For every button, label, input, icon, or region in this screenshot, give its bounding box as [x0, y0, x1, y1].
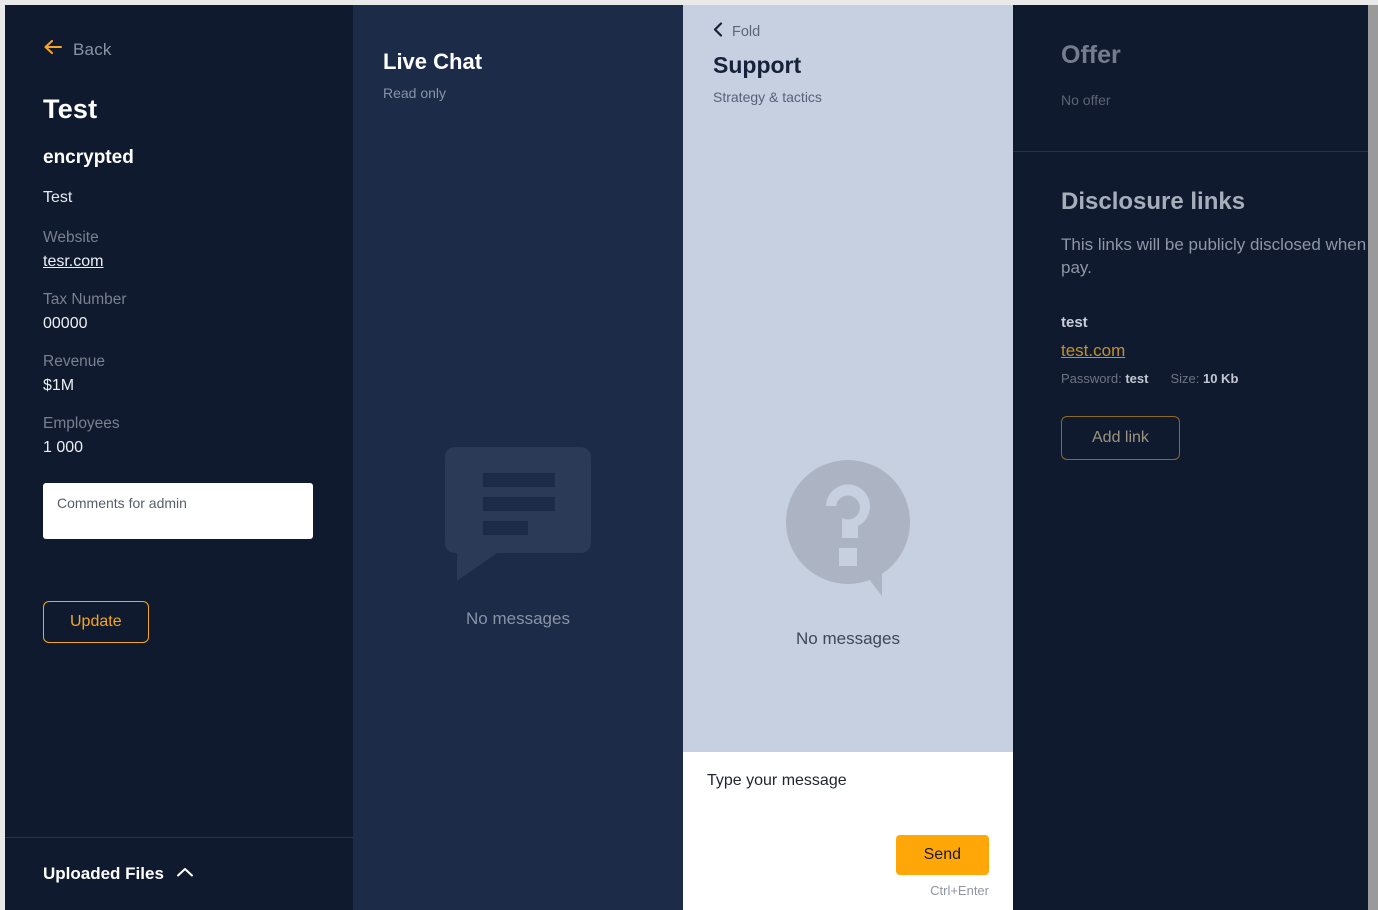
uploaded-files-section: Uploaded Files: [5, 837, 353, 910]
field-tax-number: Tax Number 00000: [43, 291, 315, 333]
field-value: 1 000: [43, 439, 84, 456]
size-meta: Size: 10 Kb: [1170, 371, 1238, 386]
password-value: test: [1125, 370, 1149, 386]
add-link-button[interactable]: Add link: [1061, 415, 1180, 460]
disclosure-links-section: Disclosure links This links will be publ…: [1013, 152, 1368, 460]
field-label: Employees: [43, 415, 120, 432]
password-label: Password:: [1061, 370, 1122, 386]
live-chat-subtitle: Read only: [383, 85, 447, 101]
fold-label: Fold: [732, 24, 761, 40]
support-header: Fold Support Strategy & tactics: [683, 5, 1013, 105]
disclosure-link-item: test test.com Password: test Size: 10 Kb: [1061, 314, 1320, 386]
speech-bubble-icon: [443, 435, 593, 587]
field-label: Tax Number: [43, 291, 127, 308]
page-title: Test: [43, 94, 98, 124]
uploaded-files-toggle[interactable]: Uploaded Files: [43, 864, 194, 884]
support-panel: Fold Support Strategy & tactics No messa…: [683, 5, 1013, 910]
field-website: Website tesr.com: [43, 229, 315, 271]
disclosure-link-name: test: [1061, 313, 1088, 331]
field-employees: Employees 1 000: [43, 415, 315, 457]
support-subtitle: Strategy & tactics: [713, 89, 822, 105]
chevron-left-icon: [713, 22, 724, 42]
offer-empty-text: No offer: [1061, 92, 1111, 108]
app-root: Back Test encrypted Test Website tesr.co…: [0, 0, 1378, 910]
page-scrollbar[interactable]: [1367, 5, 1378, 910]
chevron-up-icon: [176, 865, 194, 883]
disclosure-link-meta: Password: test Size: 10 Kb: [1061, 371, 1320, 386]
field-label: Revenue: [43, 353, 106, 370]
password-meta: Password: test: [1061, 371, 1148, 386]
company-details-sidebar: Back Test encrypted Test Website tesr.co…: [5, 5, 353, 910]
send-button[interactable]: Send: [895, 835, 989, 875]
comments-for-admin-input[interactable]: Comments for admin: [43, 483, 313, 539]
support-message-list: No messages: [683, 105, 1013, 752]
field-revenue: Revenue $1M: [43, 353, 315, 395]
support-empty-state: No messages: [683, 460, 1013, 649]
support-composer: Type your message Send Ctrl+Enter: [683, 752, 1013, 910]
size-value: 10 Kb: [1202, 370, 1239, 386]
sidebar-content: Back Test encrypted Test Website tesr.co…: [5, 5, 353, 837]
update-button[interactable]: Update: [43, 601, 149, 643]
uploaded-files-label: Uploaded Files: [43, 864, 164, 883]
live-chat-panel: Live Chat Read only No messages: [353, 5, 683, 910]
fold-button[interactable]: Fold: [713, 22, 760, 42]
send-controls: Send Ctrl+Enter: [707, 835, 989, 910]
message-input[interactable]: Type your message: [707, 772, 989, 790]
send-shortcut-hint: Ctrl+Enter: [930, 883, 989, 898]
question-bubble-icon: [786, 460, 910, 607]
offer-title: Offer: [1061, 41, 1121, 69]
live-chat-empty-state: No messages: [353, 435, 683, 629]
live-chat-empty-text: No messages: [466, 609, 570, 628]
arrow-left-icon: [43, 39, 63, 60]
support-empty-text: No messages: [796, 629, 900, 648]
website-link[interactable]: tesr.com: [43, 253, 103, 270]
org-alias: Test: [43, 189, 73, 206]
live-chat-title: Live Chat: [383, 49, 483, 74]
back-label: Back: [73, 39, 112, 59]
disclosure-links-description: This links will be publicly disclosed wh…: [1061, 235, 1367, 277]
size-label: Size:: [1170, 370, 1200, 386]
back-button[interactable]: Back: [43, 39, 112, 60]
offer-section: Offer No offer: [1013, 5, 1368, 152]
disclosure-link-url[interactable]: test.com: [1061, 341, 1125, 361]
field-label: Website: [43, 229, 99, 246]
support-title: Support: [713, 52, 802, 78]
org-status: encrypted: [43, 147, 134, 168]
field-value: 00000: [43, 315, 88, 332]
disclosure-links-title: Disclosure links: [1061, 188, 1246, 215]
field-value: $1M: [43, 377, 75, 394]
offer-disclosure-panel: Offer No offer Disclosure links This lin…: [1013, 5, 1368, 910]
